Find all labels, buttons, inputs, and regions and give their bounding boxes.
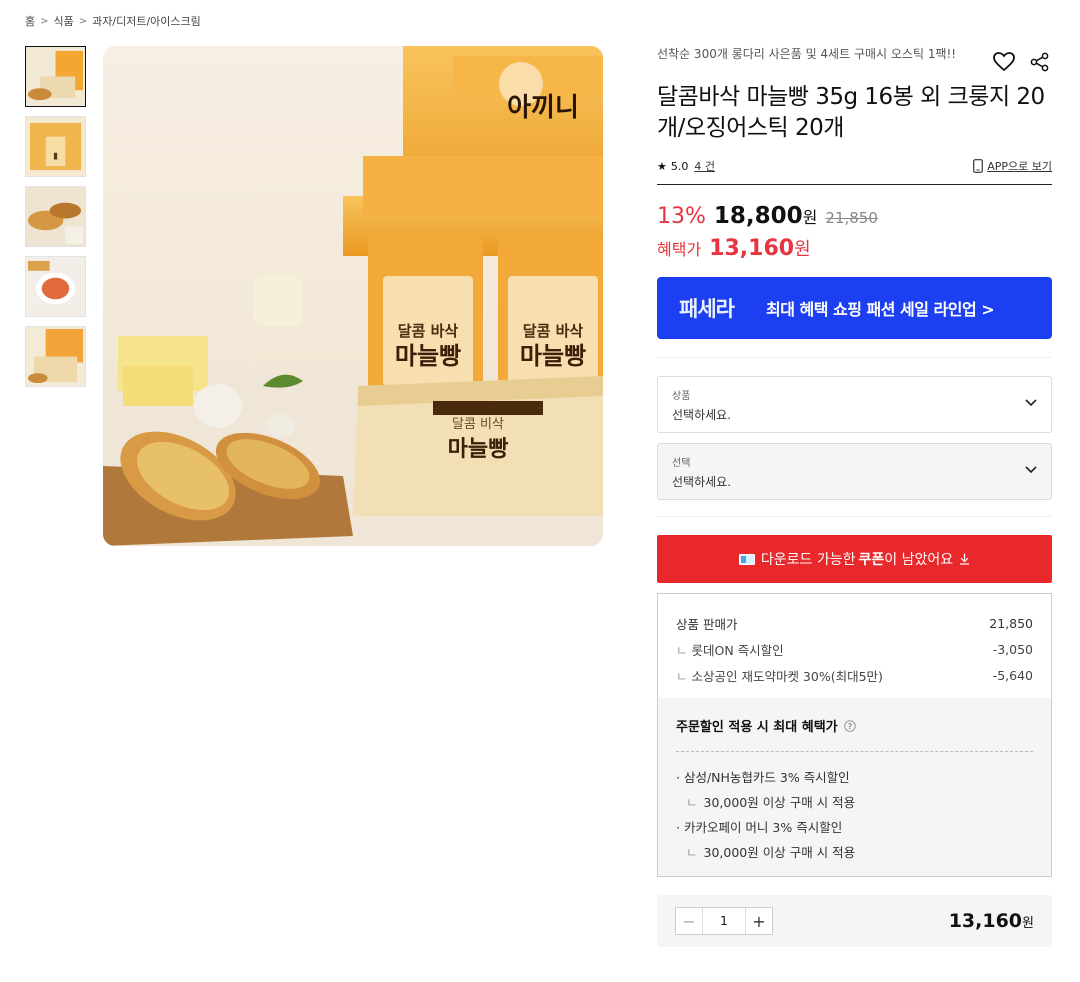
breadcrumb-snacks[interactable]: 과자/디저트/아이스크림 bbox=[92, 13, 201, 29]
main-product-image: 달콤 바삭 마늘빵 달콤 바삭 마늘빵 달콤 비삭 마늘빵 아끼니 bbox=[103, 46, 603, 546]
thumbnail-5[interactable] bbox=[25, 326, 86, 387]
option-value: 선택하세요. bbox=[672, 475, 732, 489]
benefit-item: · 삼성/NH농협카드 3% 즉시할인 bbox=[676, 770, 850, 785]
sale-price-value: 18,800 bbox=[713, 203, 803, 229]
divider bbox=[657, 516, 1052, 517]
heart-icon[interactable] bbox=[992, 50, 1016, 74]
download-icon bbox=[960, 553, 970, 565]
coupon-text-bold: 쿠폰 bbox=[858, 552, 885, 568]
total-price-value: 13,160 bbox=[948, 910, 1023, 932]
app-view-link[interactable]: APP으로 보기 bbox=[973, 158, 1052, 174]
discount-rate: 13% bbox=[657, 204, 706, 229]
order-summary: − 1 + 13,160원 bbox=[657, 895, 1052, 947]
box-label-main: 마늘빵 bbox=[448, 437, 509, 462]
chevron-down-icon bbox=[1025, 399, 1037, 407]
promo-text: 선착순 300개 롱다리 사은품 및 4세트 구매시 오스틱 1팩!! bbox=[657, 47, 957, 61]
box-label-top: 달콤 비삭 bbox=[452, 417, 504, 432]
option-label: 상품 bbox=[672, 391, 691, 402]
bag-label-top-2: 달콤 바삭 bbox=[523, 322, 584, 340]
product-title: 달콤바삭 마늘빵 35g 16봉 외 크룽지 20개/오징어스틱 20개 bbox=[657, 84, 1045, 141]
total-price: 13,160원 bbox=[949, 910, 1034, 932]
breadcrumb-separator: > bbox=[40, 15, 49, 27]
product-info-panel: 선착순 300개 롱다리 사은품 및 4세트 구매시 오스틱 1팩!! 달콤바삭… bbox=[657, 46, 1052, 947]
breadcrumb-home[interactable]: 홈 bbox=[25, 13, 35, 29]
price-line-instant-discount: 롯데ON 즉시할인 -3,050 bbox=[676, 636, 1033, 662]
app-view-label: APP으로 보기 bbox=[987, 160, 1052, 173]
price-line-value: -3,050 bbox=[992, 641, 1033, 657]
option-select-choice[interactable]: 선택 선택하세요. bbox=[657, 443, 1052, 500]
brand-logo: 아끼니 bbox=[507, 93, 579, 123]
review-count-link[interactable]: 4 건 bbox=[694, 158, 715, 174]
sale-price-currency: 원 bbox=[802, 208, 818, 227]
help-icon[interactable]: ? bbox=[843, 719, 856, 732]
quantity-stepper: − 1 + bbox=[675, 907, 773, 935]
star-icon: ★ bbox=[657, 159, 667, 173]
option-label: 선택 bbox=[672, 458, 691, 469]
rating-value: 5.0 bbox=[670, 159, 689, 173]
bag-label-main: 마늘빵 bbox=[395, 342, 461, 370]
bag-label-top: 달콤 바삭 bbox=[398, 322, 459, 340]
breadcrumb: 홈 > 식품 > 과자/디저트/아이스크림 bbox=[25, 13, 201, 29]
benefit-item: · 카카오페이 머니 3% 즉시할인 bbox=[676, 820, 843, 835]
banner-text: 최대 혜택 쇼핑 패션 세일 라인업 > bbox=[765, 300, 995, 319]
rating: ★ 5.0 4 건 bbox=[657, 158, 715, 174]
sale-price: 18,800원 bbox=[714, 203, 818, 229]
svg-text:?: ? bbox=[847, 722, 852, 731]
breadcrumb-food[interactable]: 식품 bbox=[54, 13, 74, 29]
bag-label-main-2: 마늘빵 bbox=[520, 342, 586, 370]
divider bbox=[657, 357, 1052, 358]
svg-text:▮: ▮ bbox=[53, 151, 58, 161]
share-icon[interactable] bbox=[1028, 50, 1052, 74]
price-line-market-discount: 소상공인 재도약마켓 30%(최대5만) -5,640 bbox=[676, 662, 1033, 688]
benefit-condition: 30,000원 이상 구매 시 적용 bbox=[676, 789, 1033, 814]
option-value: 선택하세요. bbox=[672, 408, 732, 422]
price-breakdown: 상품 판매가 21,850 롯데ON 즉시할인 -3,050 소상공인 재도약마… bbox=[657, 593, 1052, 877]
max-benefit-title-text: 주문할인 적용 시 최대 혜택가 bbox=[676, 720, 838, 735]
price-line-value: -5,640 bbox=[992, 667, 1033, 683]
thumbnail-1[interactable] bbox=[25, 46, 86, 107]
benefit-price: 13,160 bbox=[709, 236, 795, 261]
product-photo: 달콤 바삭 마늘빵 달콤 바삭 마늘빵 달콤 비삭 마늘빵 아끼니 bbox=[103, 46, 603, 546]
benefit-price-currency: 원 bbox=[794, 239, 811, 260]
thumbnail-4[interactable] bbox=[25, 256, 86, 317]
price-line-value: 21,850 bbox=[989, 615, 1033, 631]
coupon-icon bbox=[738, 553, 755, 565]
price-line-sale: 상품 판매가 21,850 bbox=[676, 610, 1033, 636]
price-line-label: 소상공인 재도약마켓 30%(최대5만) bbox=[676, 666, 882, 685]
thumbnail-3[interactable] bbox=[25, 186, 86, 247]
thumbnail-list: ▮ bbox=[25, 46, 86, 387]
option-select-product[interactable]: 상품 선택하세요. bbox=[657, 376, 1052, 433]
benefit-price-label: 혜택가 bbox=[657, 240, 702, 259]
banner-logo: 패세라 bbox=[679, 297, 735, 321]
quantity-value[interactable]: 1 bbox=[702, 908, 746, 934]
quantity-increase-button[interactable]: + bbox=[746, 908, 772, 934]
benefit-condition: 30,000원 이상 구매 시 적용 bbox=[676, 839, 1033, 864]
breadcrumb-separator: > bbox=[78, 15, 88, 27]
price-line-label: 상품 판매가 bbox=[676, 616, 738, 632]
price-line-label: 롯데ON 즉시할인 bbox=[676, 640, 783, 659]
coupon-download-button[interactable]: 다운로드 가능한 쿠폰 이 남았어요 bbox=[657, 535, 1052, 583]
quantity-decrease-button[interactable]: − bbox=[676, 908, 702, 934]
original-price: 21,850 bbox=[825, 209, 878, 227]
coupon-text-prefix: 다운로드 가능한 bbox=[760, 552, 856, 568]
max-benefit-title: 주문할인 적용 시 최대 혜택가 ? bbox=[676, 716, 1033, 752]
phone-icon bbox=[973, 159, 984, 173]
chevron-down-icon bbox=[1025, 466, 1037, 474]
coupon-text-suffix: 이 남았어요 bbox=[884, 552, 954, 568]
thumbnail-2[interactable]: ▮ bbox=[25, 116, 86, 177]
promo-banner[interactable]: 패세라 최대 혜택 쇼핑 패션 세일 라인업 > bbox=[657, 277, 1052, 339]
total-price-currency: 원 bbox=[1022, 916, 1034, 931]
